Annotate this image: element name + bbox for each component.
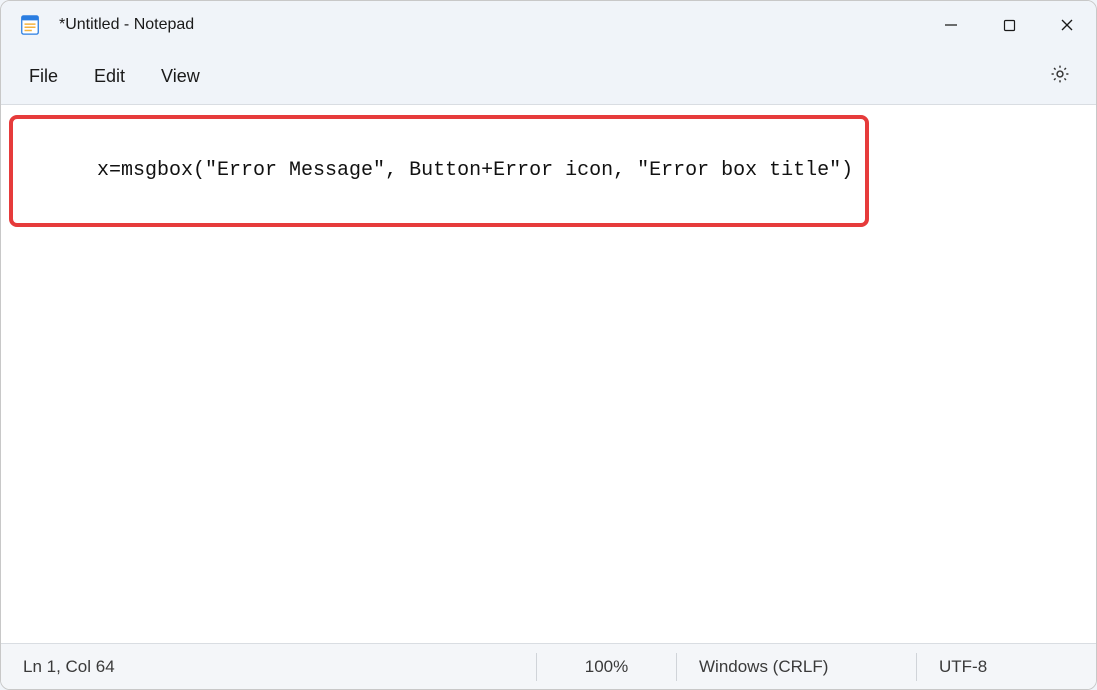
annotation-highlight: x=msgbox("Error Message", Button+Error i… bbox=[9, 115, 869, 227]
menu-bar: File Edit View bbox=[1, 49, 1096, 105]
gear-icon bbox=[1049, 63, 1071, 90]
notepad-window: *Untitled - Notepad File Edit View bbox=[0, 0, 1097, 690]
window-title: *Untitled - Notepad bbox=[59, 16, 922, 34]
status-encoding[interactable]: UTF-8 bbox=[916, 653, 1096, 681]
close-button[interactable] bbox=[1038, 1, 1096, 49]
menu-view[interactable]: View bbox=[143, 58, 218, 95]
status-zoom[interactable]: 100% bbox=[536, 653, 676, 681]
window-controls bbox=[922, 1, 1096, 49]
status-caret-position: Ln 1, Col 64 bbox=[1, 653, 536, 681]
maximize-button[interactable] bbox=[980, 1, 1038, 49]
title-bar[interactable]: *Untitled - Notepad bbox=[1, 1, 1096, 49]
menu-edit[interactable]: Edit bbox=[76, 58, 143, 95]
status-bar: Ln 1, Col 64 100% Windows (CRLF) UTF-8 bbox=[1, 643, 1096, 689]
settings-button[interactable] bbox=[1040, 57, 1080, 97]
menu-file[interactable]: File bbox=[11, 58, 76, 95]
text-editor[interactable]: x=msgbox("Error Message", Button+Error i… bbox=[1, 105, 1096, 643]
minimize-button[interactable] bbox=[922, 1, 980, 49]
editor-content[interactable]: x=msgbox("Error Message", Button+Error i… bbox=[97, 159, 853, 182]
notepad-icon bbox=[19, 14, 41, 36]
status-line-ending[interactable]: Windows (CRLF) bbox=[676, 653, 916, 681]
